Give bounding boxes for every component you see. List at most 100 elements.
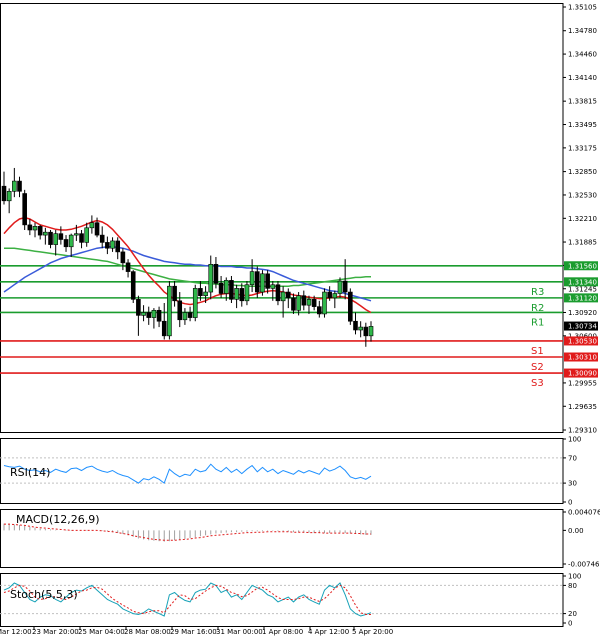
panel-frame [0, 3, 564, 433]
candle-bull [68, 234, 74, 248]
level-label: S3 [531, 378, 544, 389]
candle-bull [260, 273, 265, 293]
candle-bear [177, 300, 183, 321]
rsi-line [3, 463, 372, 484]
time-tick-label: 28 Mar 08:00 [124, 628, 171, 636]
price-tick-label: 1.33495 [568, 121, 597, 129]
candle-bull [280, 291, 286, 302]
macd-tick-label: -0.007466 [568, 561, 600, 569]
level-tag-text: 1.31560 [568, 262, 597, 270]
stoch-tick-label: 80 [568, 582, 577, 590]
candle-bull [368, 326, 374, 337]
candle-bull [6, 191, 12, 202]
candle-bear [115, 240, 121, 253]
current-price-tag: 1.30734 [564, 321, 598, 331]
time-axis: Mar 12:0023 Mar 20:0025 Mar 04:0028 Mar … [0, 626, 393, 636]
stoch-label: Stoch(5,5,3) [10, 588, 78, 601]
pivot-levels: R3R2R1S1S2S3 [0, 264, 563, 389]
candle-bear [17, 180, 22, 192]
candle-bear [120, 251, 126, 264]
macd-tick-label: 0.00 [568, 527, 584, 535]
price-tick-label: 1.34780 [568, 27, 597, 35]
price-tick-label: 1.31885 [568, 239, 597, 247]
candle-bear [48, 231, 53, 245]
candle-bear [275, 284, 281, 302]
panel-frames [0, 3, 564, 627]
level-tag-text: 1.30310 [568, 354, 597, 362]
candle-bear [27, 224, 33, 231]
candle-bear [198, 288, 203, 296]
candle-bull [208, 264, 214, 293]
price-tick-label: 1.29955 [568, 379, 597, 387]
candle-bull [53, 233, 58, 245]
candle-bear [125, 262, 131, 272]
candle-bear [353, 320, 358, 331]
macd-signal-line [4, 523, 371, 541]
candle-bull [244, 284, 250, 302]
macd-tick-label: 0.004076 [568, 509, 600, 517]
candle-bear [213, 264, 219, 284]
price-tick-label: 1.33815 [568, 98, 597, 106]
candle-bear [187, 312, 193, 318]
price-tick-label: 1.34140 [568, 74, 597, 82]
candle-bear [136, 299, 141, 316]
level-tag-text: 1.30090 [568, 370, 597, 378]
candle-bull [249, 271, 255, 286]
stoch-tick-label: 20 [568, 610, 577, 618]
price-tick-label: 1.31245 [568, 285, 597, 293]
stoch-tick-label: 100 [568, 573, 581, 581]
candle-bear [105, 242, 110, 249]
candle-bull [151, 309, 157, 318]
time-tick-label: 29 Mar 16:00 [170, 628, 217, 636]
candle-bear [99, 234, 105, 243]
candle-bull [358, 326, 363, 331]
candle-bear [94, 222, 100, 236]
candle-bull [43, 231, 48, 236]
candle-bull [306, 299, 312, 306]
candle-bear [363, 326, 369, 337]
time-tick-label: Mar 12:00 [0, 628, 32, 636]
candle-bull [32, 226, 38, 231]
candle-bear [161, 320, 167, 337]
time-tick-label: 4 Apr 12:00 [308, 628, 349, 636]
time-tick-label: 5 Apr 20:00 [352, 628, 393, 636]
ma-green-line [4, 247, 371, 287]
candle-bear [156, 309, 162, 322]
level-tag-text: 1.30530 [568, 337, 597, 345]
current-price-label: 1.30734 [568, 323, 597, 331]
level-tag-text: 1.31120 [568, 294, 597, 302]
price-tick-label: 1.29635 [568, 403, 597, 411]
candle-bear [172, 285, 177, 302]
candle-bull [89, 222, 95, 229]
candle-bull [322, 291, 327, 315]
time-tick-label: 23 Mar 20:00 [32, 628, 79, 636]
stoch-panel: 10080 20 0 [0, 573, 581, 628]
candle-bear [348, 291, 353, 322]
price-tick-label: 1.33175 [568, 144, 597, 152]
macd-label: MACD(12,26,9) [16, 513, 100, 526]
candle-bear [218, 282, 224, 294]
level-label: S1 [531, 346, 544, 357]
price-tick-label: 1.32850 [568, 168, 597, 176]
rsi-tick-label: 70 [568, 454, 577, 462]
candle-bear [37, 226, 43, 236]
candle-bull [182, 312, 188, 321]
stoch-tick-label: 0 [568, 620, 572, 628]
level-label: R1 [531, 317, 544, 328]
candle-bull [167, 285, 172, 337]
candle-bear [146, 312, 152, 318]
candle-bear [311, 299, 317, 307]
rsi-tick-label: 100 [568, 436, 581, 444]
time-tick-label: 31 Mar 00:00 [216, 628, 263, 636]
candle-bear [327, 291, 332, 299]
candle-bull [223, 280, 229, 294]
candle-bull [110, 240, 115, 249]
candlesticks [1, 167, 374, 347]
candle-bear [254, 271, 260, 293]
candle-bear [22, 193, 27, 226]
time-tick-label: 25 Mar 04:00 [78, 628, 125, 636]
candle-bear [265, 273, 270, 289]
candle-bull [270, 284, 276, 289]
candle-bear [239, 288, 245, 302]
price-tick-label: 1.29310 [568, 427, 597, 435]
